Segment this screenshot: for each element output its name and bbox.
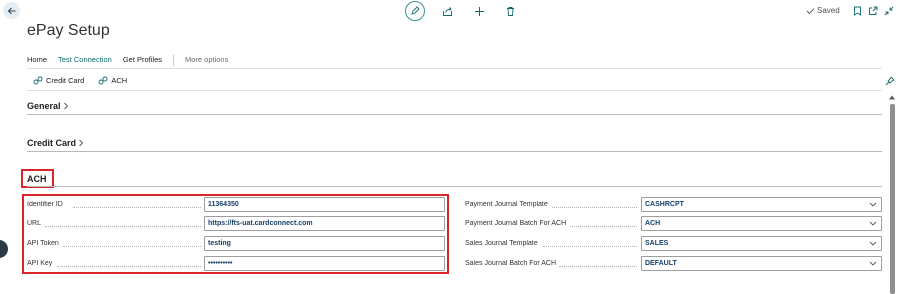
section-general-label: General — [27, 101, 61, 111]
select-value: SALES — [645, 240, 669, 247]
saved-label: Saved — [817, 6, 840, 15]
new-button[interactable] — [473, 5, 485, 17]
field-leader — [543, 246, 637, 247]
field-leader — [73, 207, 201, 208]
section-general-header[interactable]: General — [27, 101, 69, 111]
sales-journal-template-select[interactable]: SALES — [641, 236, 882, 251]
side-panel-handle[interactable] — [0, 240, 8, 258]
bookmark-button[interactable] — [852, 5, 862, 16]
field-leader — [559, 266, 637, 267]
action-bar: Home Test Connection Get Profiles More o… — [27, 54, 239, 69]
ach-right-fields: Payment Journal Template CASHRCPT Paymen… — [465, 197, 882, 272]
arrow-left-icon — [7, 7, 15, 14]
field-leader — [63, 246, 201, 247]
field-label: Identifier ID — [27, 201, 63, 208]
field-leader — [570, 226, 637, 227]
api-key-field[interactable]: •••••••••• — [204, 256, 445, 271]
plus-icon — [474, 6, 484, 16]
url-field[interactable]: https://fts-uat.cardconnect.com — [204, 216, 445, 231]
pin-button[interactable] — [884, 75, 895, 86]
field-label: Payment Journal Batch For ACH — [465, 220, 567, 227]
field-label: Payment Journal Template — [465, 201, 548, 208]
open-new-window-icon — [868, 6, 877, 15]
page-title: ePay Setup — [27, 22, 110, 39]
share-icon — [442, 6, 452, 16]
pencil-icon — [411, 6, 420, 15]
section-credit-card-divider — [27, 151, 882, 152]
payment-journal-batch-select[interactable]: ACH — [641, 216, 882, 231]
delete-button[interactable] — [504, 5, 516, 17]
chevron-down-icon — [869, 221, 877, 226]
action-separator — [173, 54, 174, 66]
chevron-down-icon — [869, 261, 877, 266]
field-label: API Key — [27, 260, 53, 267]
open-new-window-button[interactable] — [867, 5, 878, 16]
section-credit-card-header[interactable]: Credit Card — [27, 138, 84, 148]
field-label: URL — [27, 220, 42, 227]
scroll-up-button[interactable] — [889, 94, 895, 100]
collapse-button[interactable] — [883, 5, 894, 16]
action-home[interactable]: Home — [27, 54, 47, 66]
select-value: DEFAULT — [645, 260, 677, 267]
ach-left-fields: Identifier ID 11364350 URL https://fts-u… — [27, 197, 445, 272]
back-button[interactable] — [3, 2, 20, 19]
action-bar-divider — [27, 68, 882, 69]
identifier-id-field[interactable]: 11364350 — [204, 197, 445, 212]
field-label: Sales Journal Batch For ACH — [465, 260, 557, 267]
section-ach-divider — [27, 186, 882, 187]
scrollbar-thumb[interactable] — [890, 104, 895, 294]
saved-status: Saved — [806, 6, 840, 15]
select-value: ACH — [645, 220, 661, 227]
action-more-options[interactable]: More options — [185, 54, 228, 66]
bookmark-icon — [853, 6, 861, 16]
api-token-field[interactable]: testing — [204, 236, 445, 251]
select-value: CASHRCPT — [645, 201, 684, 208]
field-leader — [57, 266, 201, 267]
chevron-right-icon — [79, 139, 84, 147]
action-get-profiles[interactable]: Get Profiles — [123, 54, 162, 66]
share-button[interactable] — [441, 5, 453, 17]
caret-up-icon — [889, 95, 895, 99]
chevron-right-icon — [63, 102, 68, 110]
sales-journal-batch-select[interactable]: DEFAULT — [641, 256, 882, 271]
sub-action-credit-card-label: Credit Card — [46, 76, 85, 85]
sub-action-ach-label: ACH — [111, 76, 128, 85]
check-icon — [806, 7, 815, 14]
field-leader — [552, 207, 637, 208]
sub-action-ach[interactable]: ACH — [98, 76, 127, 85]
field-label: API Token — [27, 240, 59, 247]
trash-icon — [506, 6, 514, 16]
payment-journal-template-select[interactable]: CASHRCPT — [641, 197, 882, 212]
section-credit-card-label: Credit Card — [27, 138, 77, 148]
pin-icon — [885, 76, 895, 85]
chevron-down-icon — [869, 241, 877, 246]
link-icon — [98, 76, 108, 85]
field-label: Sales Journal Template — [465, 240, 538, 247]
sub-action-divider — [27, 90, 882, 91]
field-leader — [45, 226, 201, 227]
sub-action-credit-card[interactable]: Credit Card — [33, 76, 84, 85]
link-icon — [33, 76, 43, 85]
collapse-icon — [884, 6, 893, 15]
edit-button[interactable] — [405, 1, 425, 21]
action-test-connection[interactable]: Test Connection — [58, 54, 112, 69]
section-general-divider — [27, 114, 882, 115]
sub-action-bar: Credit Card ACH — [33, 76, 127, 85]
chevron-down-icon — [869, 202, 877, 207]
